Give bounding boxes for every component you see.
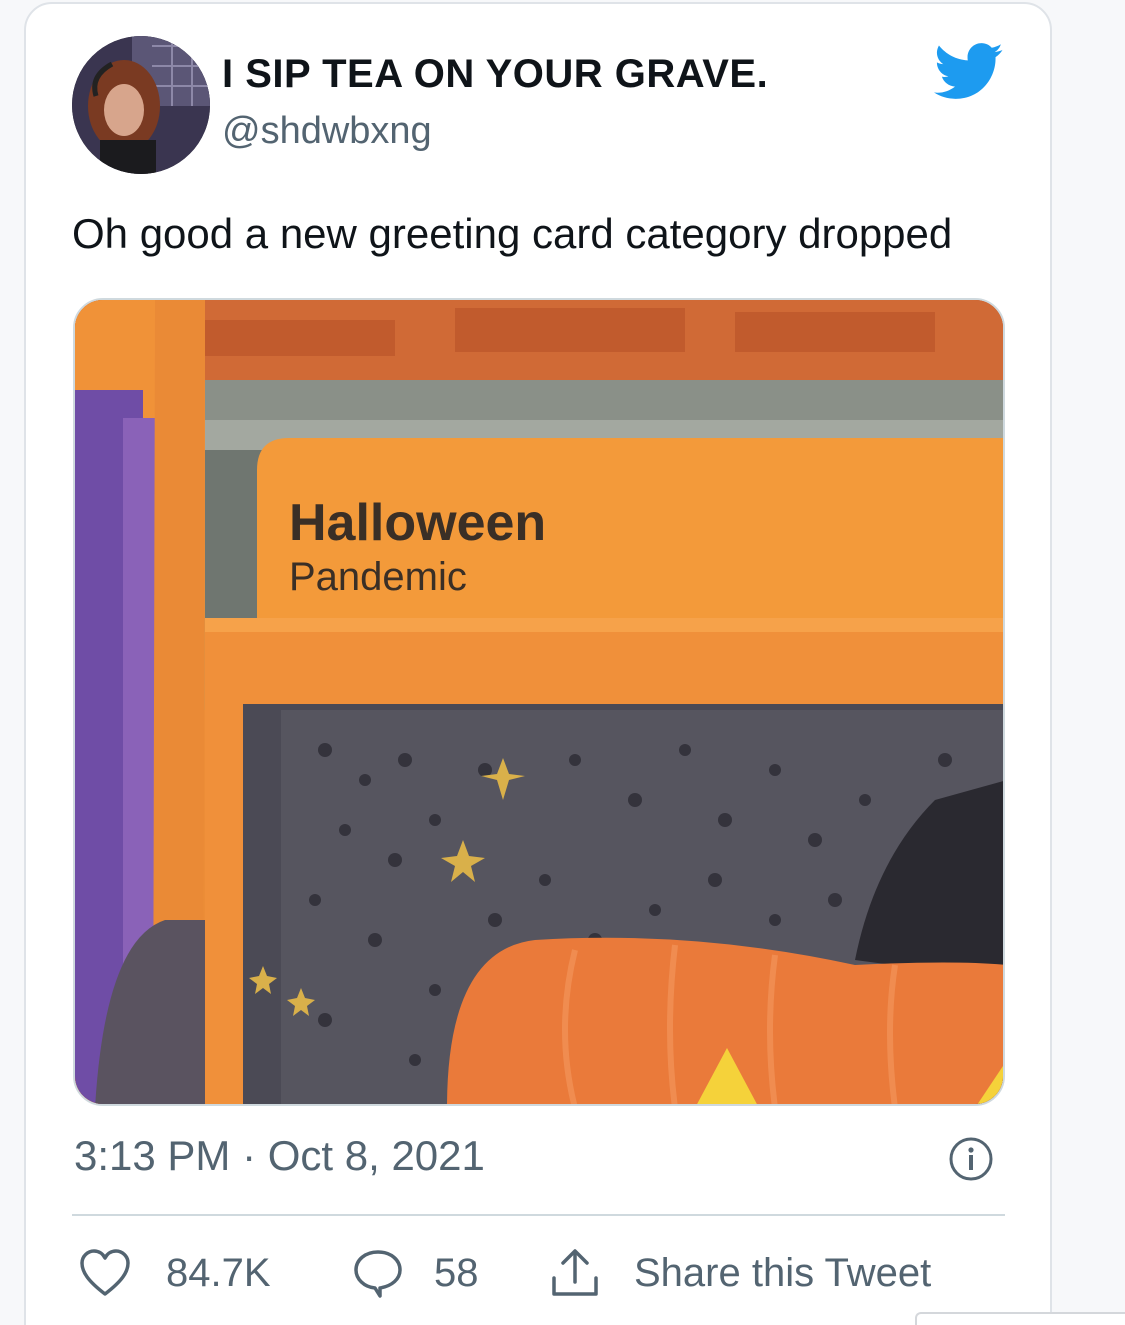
display-name[interactable]: I SIP TEA ON YOUR GRAVE.	[222, 52, 768, 97]
tweet-text: Oh good a new greeting card category dro…	[72, 210, 953, 257]
avatar[interactable]	[72, 36, 210, 174]
info-icon[interactable]	[948, 1136, 994, 1182]
avatar-photo	[72, 36, 210, 174]
divider	[72, 1214, 1005, 1216]
speech-bubble-icon	[354, 1250, 402, 1298]
greeting-card-photo: Halloween Pandemic	[75, 300, 1003, 1104]
heart-icon	[80, 1249, 130, 1296]
page: I SIP TEA ON YOUR GRAVE. @shdwbxng Oh go…	[0, 0, 1125, 1325]
share-button[interactable]: Share this Tweet	[548, 1246, 931, 1300]
tweet-timestamp[interactable]: 3:13 PM · Oct 8, 2021	[74, 1132, 485, 1180]
card-subheading: Pandemic	[289, 555, 467, 599]
share-upload-icon	[552, 1249, 598, 1296]
user-handle[interactable]: @shdwbxng	[222, 110, 432, 153]
overlapping-panel-edge	[915, 1312, 1125, 1325]
like-count: 84.7K	[166, 1250, 271, 1295]
share-label: Share this Tweet	[634, 1250, 932, 1295]
tweet-image[interactable]: Halloween Pandemic	[73, 298, 1005, 1106]
card-heading: Halloween	[289, 494, 546, 552]
twitter-bird-icon[interactable]	[934, 42, 1004, 102]
reply-button[interactable]: 58	[352, 1246, 479, 1300]
reply-count: 58	[434, 1250, 479, 1295]
like-button[interactable]: 84.7K	[78, 1246, 271, 1300]
